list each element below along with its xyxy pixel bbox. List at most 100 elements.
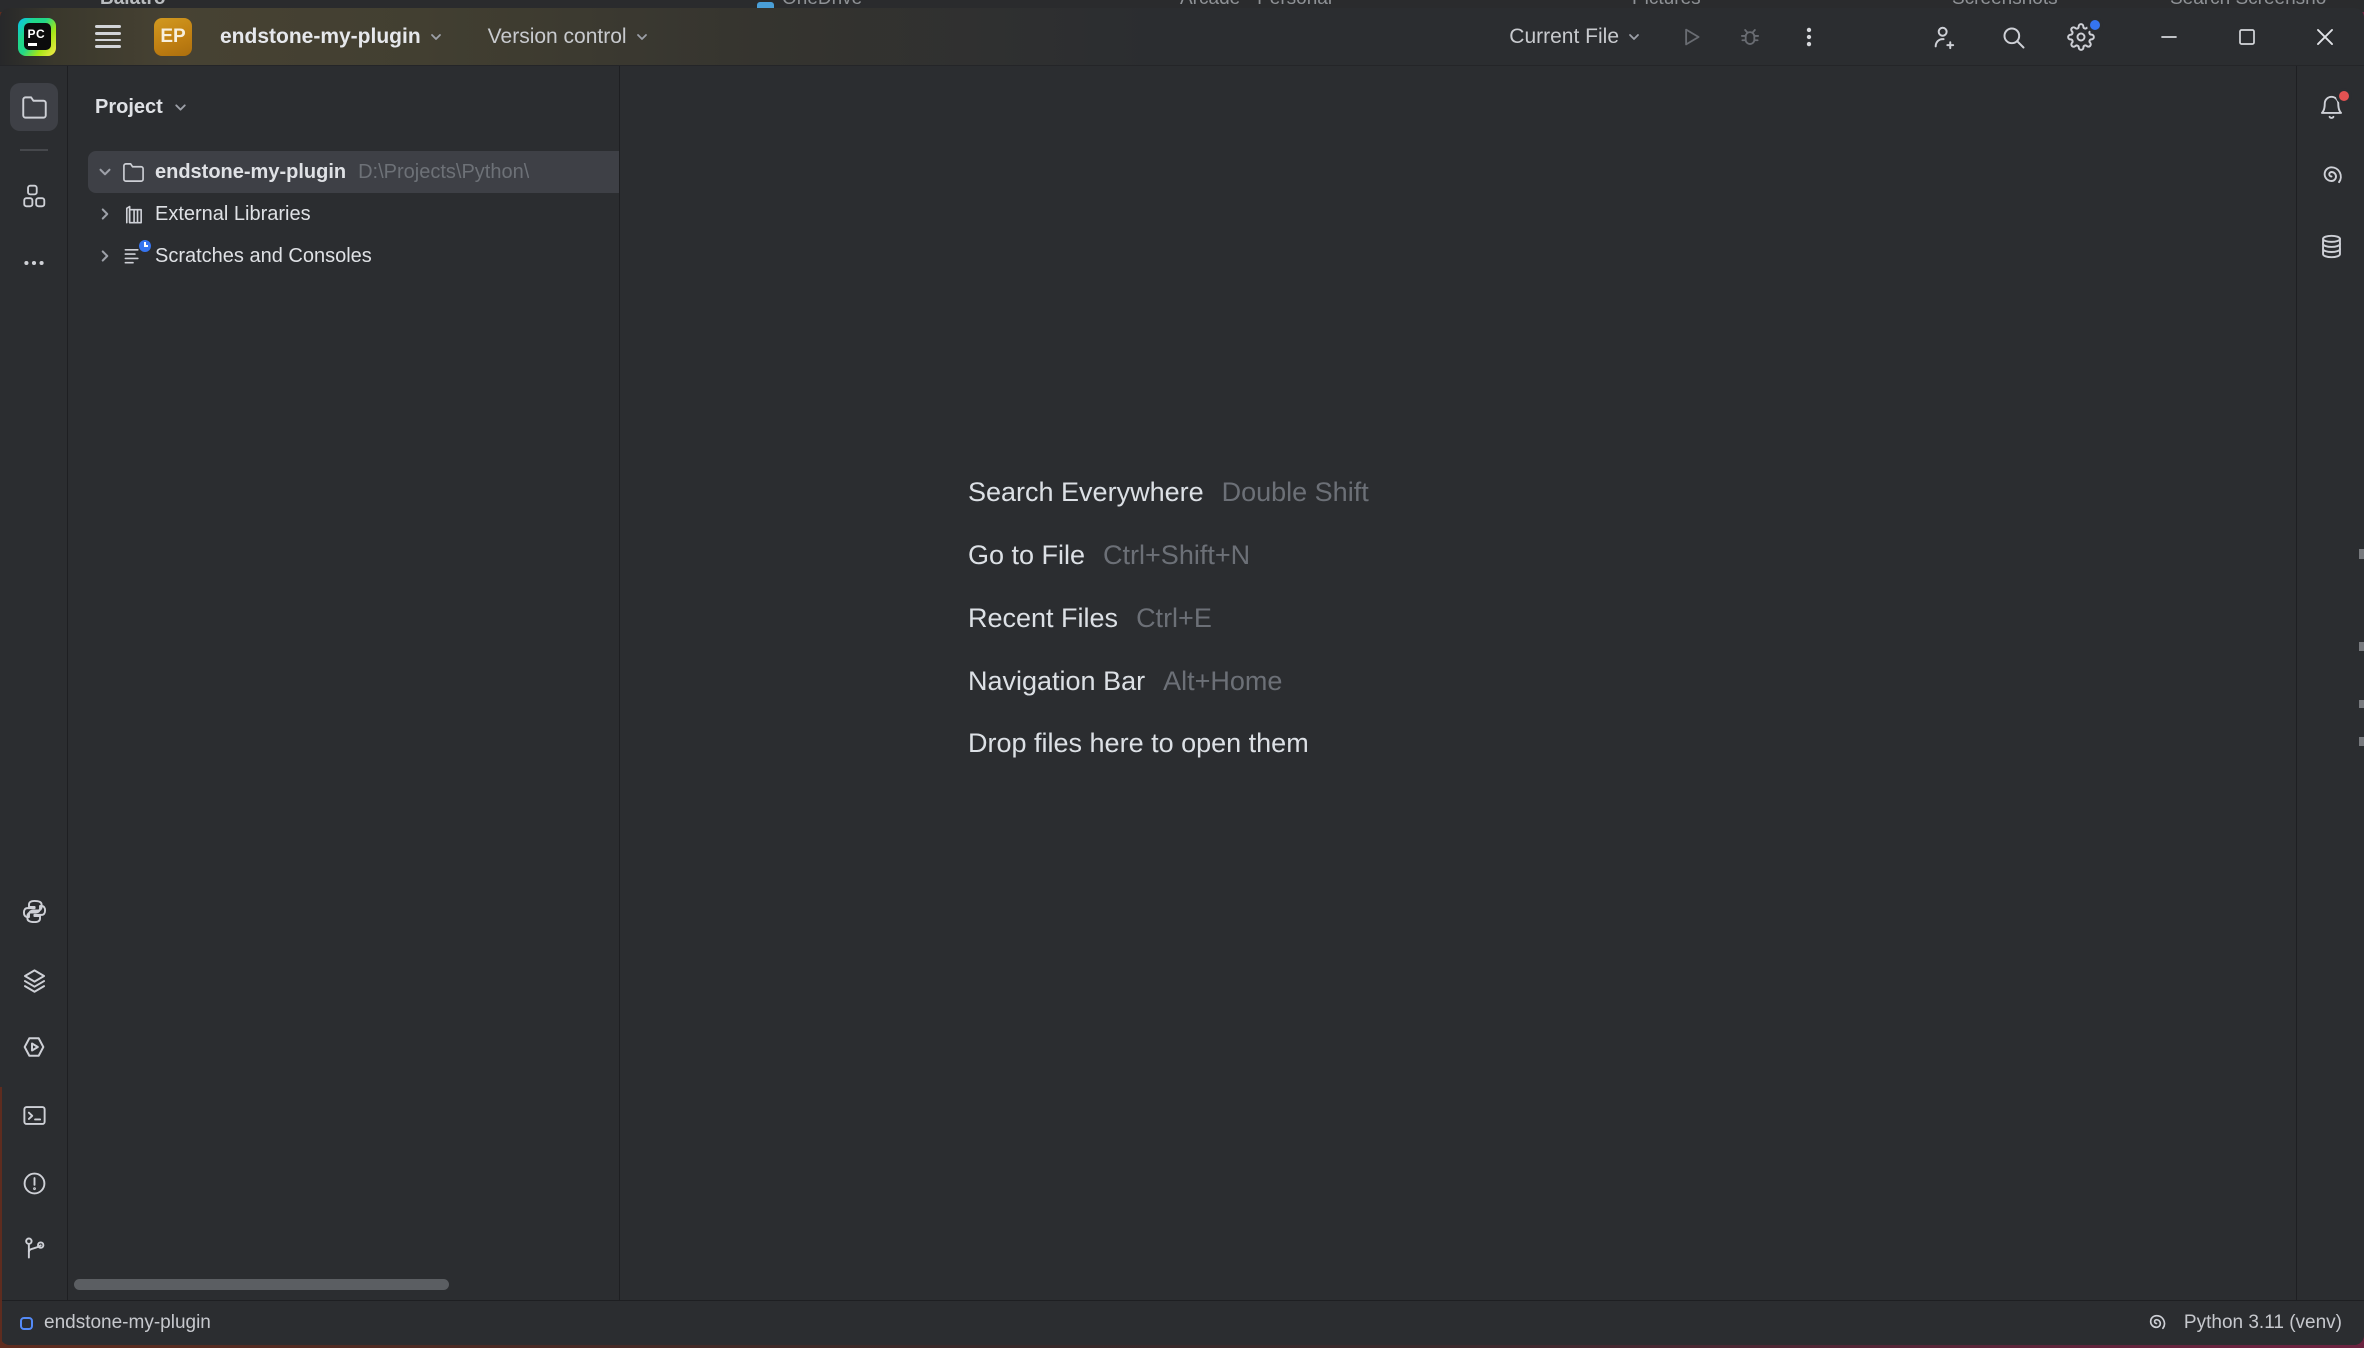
structure-tool-button[interactable]	[10, 172, 58, 220]
problems-tool-button[interactable]	[10, 1159, 58, 1207]
terminal-icon	[21, 1102, 48, 1129]
layers-icon	[21, 967, 48, 994]
tree-item-path: D:\Projects\Python\	[358, 161, 529, 184]
shortcut-action-link[interactable]: Recent Files	[968, 603, 1118, 634]
edge-artifact	[2359, 642, 2364, 651]
project-panel: Project endstone-my-plugin D:\Projects\P…	[69, 66, 620, 1300]
maximize-button[interactable]	[2208, 8, 2286, 66]
chevron-down-icon	[96, 163, 114, 181]
shortcut-keys: Alt+Home	[1163, 666, 1282, 697]
minimize-icon	[2157, 25, 2181, 49]
project-badge[interactable]: EP	[154, 18, 192, 56]
chevron-down-icon	[634, 29, 650, 45]
editor-empty-area: Search Everywhere Double Shift Go to Fil…	[621, 66, 2295, 1300]
settings-button[interactable]	[2058, 8, 2104, 66]
python-icon	[21, 898, 48, 925]
tree-row-external-libraries[interactable]: External Libraries	[88, 193, 619, 235]
hexagon-play-icon	[20, 1033, 48, 1061]
project-status-icon	[20, 1317, 33, 1330]
tree-item-label: Scratches and Consoles	[155, 245, 372, 268]
left-tool-rail	[0, 66, 68, 1300]
shortcut-row: Go to File Ctrl+Shift+N	[968, 540, 1250, 576]
ai-assistant-swirl-icon[interactable]	[2145, 1312, 2168, 1335]
shortcut-row: Drop files here to open them	[968, 728, 1309, 764]
tree-item-label: endstone-my-plugin	[155, 161, 346, 184]
code-with-me-button[interactable]	[1922, 8, 1968, 66]
version-control-label: Version control	[488, 25, 627, 49]
version-control-tool-button[interactable]	[10, 1224, 58, 1272]
edge-artifact	[2359, 700, 2364, 708]
library-icon	[122, 203, 145, 226]
project-widget[interactable]: endstone-my-plugin	[206, 25, 444, 49]
run-configuration-label: Current File	[1509, 25, 1619, 49]
shortcut-action-link[interactable]: Search Everywhere	[968, 477, 1204, 508]
chevron-down-icon	[1626, 29, 1642, 45]
version-control-widget[interactable]: Version control	[488, 25, 650, 49]
search-everywhere-button[interactable]	[1990, 8, 2036, 66]
folder-icon	[21, 94, 48, 121]
run-configuration-selector[interactable]: Current File	[1509, 25, 1642, 49]
search-icon	[1999, 23, 2027, 51]
settings-notification-dot	[2090, 20, 2100, 30]
more-actions-button[interactable]	[1786, 8, 1832, 66]
python-packages-tool-button[interactable]	[10, 1023, 58, 1071]
main-menu-button[interactable]	[86, 8, 130, 66]
ai-assistant-swirl-icon	[2318, 163, 2345, 190]
rail-divider	[20, 149, 48, 151]
project-widget-label: endstone-my-plugin	[220, 25, 421, 49]
drop-files-hint: Drop files here to open them	[968, 728, 1309, 759]
ellipsis-icon	[21, 250, 47, 276]
title-bar-left: PC EP endstone-my-plugin Version control	[0, 8, 650, 66]
more-tool-windows-button[interactable]	[10, 239, 58, 287]
edge-artifact	[2359, 737, 2364, 746]
shortcut-keys: Ctrl+Shift+N	[1103, 540, 1250, 571]
project-view-selector[interactable]: Project	[95, 90, 189, 124]
status-bar: endstone-my-plugin Python 3.11 (venv)	[0, 1300, 2364, 1345]
run-icon	[1678, 24, 1704, 50]
close-icon	[2312, 24, 2338, 50]
alert-circle-icon	[21, 1170, 48, 1197]
shortcut-action-link[interactable]: Navigation Bar	[968, 666, 1145, 697]
database-icon	[2318, 233, 2345, 260]
chevron-down-icon	[428, 29, 444, 45]
add-user-icon	[1931, 23, 1959, 51]
minimize-button[interactable]	[2130, 8, 2208, 66]
kebab-menu-icon	[1796, 24, 1822, 50]
ai-assistant-tool-button[interactable]	[2307, 152, 2355, 200]
shortcut-keys: Double Shift	[1222, 477, 1369, 508]
shortcut-keys: Ctrl+E	[1136, 603, 1212, 634]
notifications-tool-button[interactable]	[2307, 83, 2355, 131]
python-interpreter-selector[interactable]: Python 3.11 (venv)	[2184, 1312, 2342, 1334]
shortcut-action-link[interactable]: Go to File	[968, 540, 1085, 571]
tree-row-scratches[interactable]: Scratches and Consoles	[88, 235, 619, 277]
terminal-tool-button[interactable]	[10, 1091, 58, 1139]
shortcut-row: Search Everywhere Double Shift	[968, 477, 1369, 513]
wallpaper-sliver	[0, 1087, 2, 1343]
project-tool-button[interactable]	[10, 83, 58, 131]
chevron-right-icon	[96, 247, 114, 265]
horizontal-scrollbar[interactable]	[74, 1279, 449, 1290]
right-tool-rail	[2296, 66, 2364, 1300]
debug-button[interactable]	[1727, 8, 1773, 66]
chevron-down-icon	[172, 99, 189, 116]
tree-item-label: External Libraries	[155, 203, 311, 226]
tree-row-project-root[interactable]: endstone-my-plugin D:\Projects\Python\	[88, 151, 619, 193]
status-bar-right: Python 3.11 (venv)	[2145, 1312, 2342, 1335]
python-console-tool-button[interactable]	[10, 887, 58, 935]
pycharm-window: PC EP endstone-my-plugin Version control…	[0, 8, 2364, 1345]
close-button[interactable]	[2286, 8, 2364, 66]
project-view-label: Project	[95, 96, 163, 119]
shortcut-row: Recent Files Ctrl+E	[968, 603, 1212, 639]
chevron-right-icon	[96, 205, 114, 223]
shortcut-row: Navigation Bar Alt+Home	[968, 666, 1282, 702]
status-project-name: endstone-my-plugin	[44, 1312, 211, 1334]
services-tool-button[interactable]	[10, 956, 58, 1004]
database-tool-button[interactable]	[2307, 222, 2355, 270]
edge-artifact	[2359, 549, 2364, 559]
clock-badge-icon	[139, 240, 151, 252]
debug-bug-icon	[1737, 24, 1763, 50]
run-button[interactable]	[1668, 8, 1714, 66]
maximize-icon	[2235, 25, 2259, 49]
folder-icon	[122, 161, 145, 184]
title-bar: PC EP endstone-my-plugin Version control…	[0, 8, 2364, 66]
